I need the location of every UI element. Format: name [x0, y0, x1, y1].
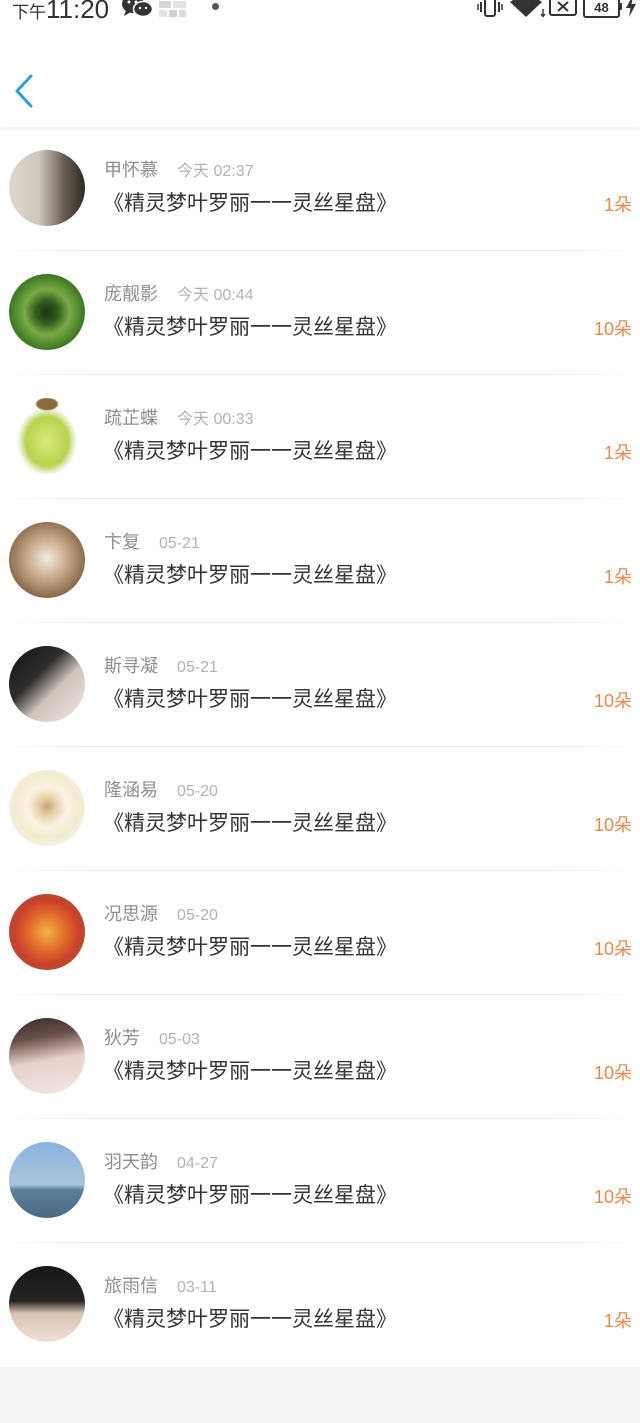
- back-button[interactable]: [8, 68, 42, 114]
- record-meta: 疏芷蝶 今天 00:33: [104, 406, 254, 430]
- user-avatar[interactable]: [9, 1018, 85, 1094]
- status-time: 下午11:20: [12, 0, 109, 24]
- record-meta: 隆涵易 05-20: [104, 778, 218, 802]
- user-name: 疏芷蝶: [104, 408, 158, 428]
- record-meta: 甲怀慕 今天 02:37: [104, 158, 254, 182]
- flower-count: 10朵: [593, 1063, 632, 1083]
- record-meta: 羽天韵 04-27: [104, 1150, 218, 1174]
- work-title: 《精灵梦叶罗丽一一灵丝星盘》: [103, 1184, 397, 1207]
- sim-no-service-icon: [549, 0, 577, 16]
- status-clock: 11:20: [46, 0, 110, 24]
- record-time: 03-11: [177, 1279, 217, 1296]
- app-notification-icon: [159, 1, 186, 17]
- vibrate-icon: [477, 0, 503, 17]
- user-name: 狄芳: [104, 1028, 140, 1048]
- user-avatar[interactable]: [9, 522, 85, 598]
- record-meta: 斯寻凝 05-21: [104, 654, 218, 678]
- flower-count: 10朵: [593, 815, 632, 835]
- record-meta: 狄芳 05-03: [104, 1026, 200, 1050]
- record-time: 05-20: [177, 907, 218, 924]
- work-title: 《精灵梦叶罗丽一一灵丝星盘》: [103, 564, 397, 587]
- flower-count: 1朵: [603, 195, 632, 215]
- user-name: 庞靓影: [104, 284, 158, 304]
- flower-count: 1朵: [603, 567, 632, 587]
- gift-record-row[interactable]: 甲怀慕 今天 02:37 《精灵梦叶罗丽一一灵丝星盘》 1朵: [0, 127, 640, 251]
- status-bar: 下午11:20 48: [0, 0, 640, 24]
- user-avatar[interactable]: [9, 1266, 85, 1342]
- user-avatar[interactable]: [9, 894, 85, 970]
- record-time: 05-21: [177, 659, 218, 676]
- work-title: 《精灵梦叶罗丽一一灵丝星盘》: [103, 688, 397, 711]
- charging-bolt-icon: [626, 0, 636, 17]
- user-avatar[interactable]: [9, 1142, 85, 1218]
- record-meta: 卞复 05-21: [104, 530, 200, 554]
- gift-record-list: 甲怀慕 今天 02:37 《精灵梦叶罗丽一一灵丝星盘》 1朵 庞靓影 今天 00:4…: [0, 127, 640, 1367]
- gift-record-row[interactable]: 旅雨信 03-11 《精灵梦叶罗丽一一灵丝星盘》 1朵: [0, 1243, 640, 1367]
- work-title: 《精灵梦叶罗丽一一灵丝星盘》: [103, 1308, 397, 1331]
- user-avatar[interactable]: [9, 274, 85, 350]
- gift-record-row[interactable]: 卞复 05-21 《精灵梦叶罗丽一一灵丝星盘》 1朵: [0, 499, 640, 623]
- battery-icon: 48: [583, 0, 620, 18]
- record-time: 今天 02:37: [177, 163, 254, 180]
- more-notifications-dot: [212, 3, 219, 10]
- flower-count: 1朵: [603, 1311, 632, 1331]
- record-meta: 庞靓影 今天 00:44: [104, 282, 254, 306]
- header-bar: [0, 24, 640, 127]
- flower-count: 10朵: [593, 939, 632, 959]
- record-meta: 况思源 05-20: [104, 902, 218, 926]
- gift-record-row[interactable]: 疏芷蝶 今天 00:33 《精灵梦叶罗丽一一灵丝星盘》 1朵: [0, 375, 640, 499]
- flower-count: 10朵: [593, 1187, 632, 1207]
- work-title: 《精灵梦叶罗丽一一灵丝星盘》: [103, 440, 397, 463]
- record-time: 05-03: [159, 1031, 200, 1048]
- work-title: 《精灵梦叶罗丽一一灵丝星盘》: [103, 812, 397, 835]
- work-title: 《精灵梦叶罗丽一一灵丝星盘》: [103, 192, 397, 215]
- record-time: 今天 00:33: [177, 411, 254, 428]
- gift-record-row[interactable]: 况思源 05-20 《精灵梦叶罗丽一一灵丝星盘》 10朵: [0, 871, 640, 995]
- status-time-period: 下午: [12, 3, 46, 22]
- record-meta: 旅雨信 03-11: [104, 1274, 217, 1298]
- user-avatar[interactable]: [9, 646, 85, 722]
- work-title: 《精灵梦叶罗丽一一灵丝星盘》: [103, 1060, 397, 1083]
- gift-record-row[interactable]: 庞靓影 今天 00:44 《精灵梦叶罗丽一一灵丝星盘》 10朵: [0, 251, 640, 375]
- record-time: 今天 00:44: [177, 287, 254, 304]
- user-name: 斯寻凝: [104, 656, 158, 676]
- user-avatar[interactable]: [9, 398, 85, 474]
- record-time: 05-21: [159, 535, 200, 552]
- gift-record-row[interactable]: 隆涵易 05-20 《精灵梦叶罗丽一一灵丝星盘》 10朵: [0, 747, 640, 871]
- battery-nib: [619, 3, 622, 10]
- gift-record-row[interactable]: 狄芳 05-03 《精灵梦叶罗丽一一灵丝星盘》 10朵: [0, 995, 640, 1119]
- user-name: 旅雨信: [104, 1276, 158, 1296]
- flower-count: 10朵: [593, 691, 632, 711]
- work-title: 《精灵梦叶罗丽一一灵丝星盘》: [103, 936, 397, 959]
- user-name: 甲怀慕: [104, 160, 158, 180]
- flower-count: 1朵: [603, 443, 632, 463]
- record-time: 05-20: [177, 783, 218, 800]
- back-chevron-icon: [15, 74, 33, 108]
- wifi-icon: [510, 0, 546, 18]
- flower-count: 10朵: [593, 319, 632, 339]
- record-time: 04-27: [177, 1155, 218, 1172]
- user-avatar[interactable]: [9, 150, 85, 226]
- user-name: 卞复: [104, 532, 140, 552]
- user-avatar[interactable]: [9, 770, 85, 846]
- work-title: 《精灵梦叶罗丽一一灵丝星盘》: [103, 316, 397, 339]
- user-name: 隆涵易: [104, 780, 158, 800]
- user-name: 况思源: [104, 904, 158, 924]
- gift-record-row[interactable]: 斯寻凝 05-21 《精灵梦叶罗丽一一灵丝星盘》 10朵: [0, 623, 640, 747]
- wechat-icon: [122, 0, 153, 18]
- gift-record-row[interactable]: 羽天韵 04-27 《精灵梦叶罗丽一一灵丝星盘》 10朵: [0, 1119, 640, 1243]
- user-name: 羽天韵: [104, 1152, 158, 1172]
